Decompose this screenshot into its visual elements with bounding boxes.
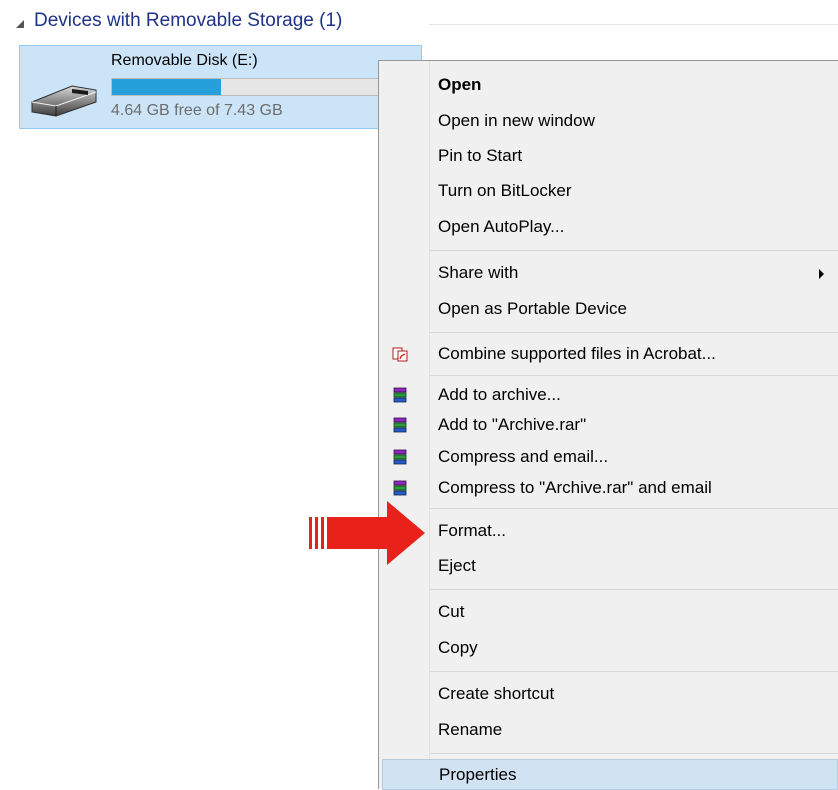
menu-item-compress-archive-email[interactable]: Compress to "Archive.rar" and email: [382, 472, 838, 506]
removable-disk-item[interactable]: Removable Disk (E:) 4.64 GB free of 7.43…: [19, 45, 422, 129]
collapse-arrow-icon[interactable]: [16, 20, 24, 28]
menu-item-label: Turn on BitLocker: [438, 181, 572, 200]
menu-item-label: Add to "Archive.rar": [438, 415, 587, 434]
winrar-icon: [393, 449, 407, 465]
menu-item-eject[interactable]: Eject: [382, 550, 838, 584]
menu-item-label: Eject: [438, 556, 476, 575]
drive-usage-fill: [112, 79, 222, 95]
menu-item-label: Open as Portable Device: [438, 299, 627, 318]
menu-separator: [430, 250, 838, 251]
menu-item-cut[interactable]: Cut: [382, 596, 838, 630]
drive-name: Removable Disk (E:): [111, 52, 258, 69]
menu-item-share-with[interactable]: Share with: [382, 257, 838, 291]
menu-item-create-shortcut[interactable]: Create shortcut: [382, 678, 838, 712]
menu-item-copy[interactable]: Copy: [382, 632, 838, 666]
menu-item-label: Format...: [438, 521, 507, 540]
menu-separator: [430, 671, 838, 672]
winrar-icon: [393, 387, 407, 403]
menu-item-pin-to-start[interactable]: Pin to Start: [382, 140, 838, 174]
menu-item-label: Combine supported files in Acrobat...: [438, 344, 716, 363]
winrar-icon: [393, 480, 407, 496]
menu-item-label: Open in new window: [438, 111, 595, 130]
drive-usage-bar: [111, 78, 401, 96]
menu-item-format[interactable]: Format...: [382, 515, 838, 549]
menu-separator: [430, 375, 838, 376]
menu-item-label: Cut: [438, 602, 465, 621]
menu-item-label: Compress to "Archive.rar" and email: [438, 478, 712, 497]
menu-item-rename[interactable]: Rename: [382, 714, 838, 748]
red-arrow-icon: [309, 501, 425, 565]
menu-item-label: Create shortcut: [438, 684, 555, 703]
menu-item-properties[interactable]: Properties: [382, 759, 838, 790]
menu-item-add-to-archive[interactable]: Add to archive...: [382, 379, 838, 413]
menu-item-label: Properties: [439, 765, 517, 784]
menu-item-label: Share with: [438, 263, 519, 282]
group-divider: [429, 24, 838, 25]
menu-item-autoplay[interactable]: Open AutoPlay...: [382, 211, 838, 245]
menu-separator: [430, 508, 838, 509]
menu-item-label: Pin to Start: [438, 146, 523, 165]
menu-item-combine-acrobat[interactable]: Combine supported files in Acrobat...: [382, 338, 838, 372]
menu-item-label: Copy: [438, 638, 478, 657]
menu-separator: [430, 332, 838, 333]
menu-item-label: Open: [438, 75, 482, 94]
winrar-icon: [393, 417, 407, 433]
group-title: Devices with Removable Storage (1): [34, 10, 343, 31]
menu-item-bitlocker[interactable]: Turn on BitLocker: [382, 175, 838, 209]
menu-item-open-new-window[interactable]: Open in new window: [382, 105, 838, 139]
context-menu[interactable]: Open Open in new window Pin to Start Tur…: [378, 60, 838, 790]
menu-item-portable-device[interactable]: Open as Portable Device: [382, 293, 838, 327]
menu-item-label: Add to archive...: [438, 385, 561, 404]
menu-item-label: Compress and email...: [438, 447, 609, 466]
usb-drive-icon: [31, 85, 97, 117]
drive-free-space: 4.64 GB free of 7.43 GB: [111, 102, 283, 119]
acrobat-icon: [392, 347, 408, 362]
submenu-arrow-icon: [819, 269, 824, 279]
menu-separator: [430, 589, 838, 590]
menu-item-label: Rename: [438, 720, 503, 739]
menu-item-add-to-archive-rar[interactable]: Add to "Archive.rar": [382, 409, 838, 443]
menu-item-open[interactable]: Open: [382, 69, 838, 103]
menu-item-compress-email[interactable]: Compress and email...: [382, 441, 838, 475]
menu-separator: [430, 753, 838, 754]
group-header[interactable]: Devices with Removable Storage (1): [14, 8, 838, 38]
menu-item-label: Open AutoPlay...: [438, 217, 565, 236]
